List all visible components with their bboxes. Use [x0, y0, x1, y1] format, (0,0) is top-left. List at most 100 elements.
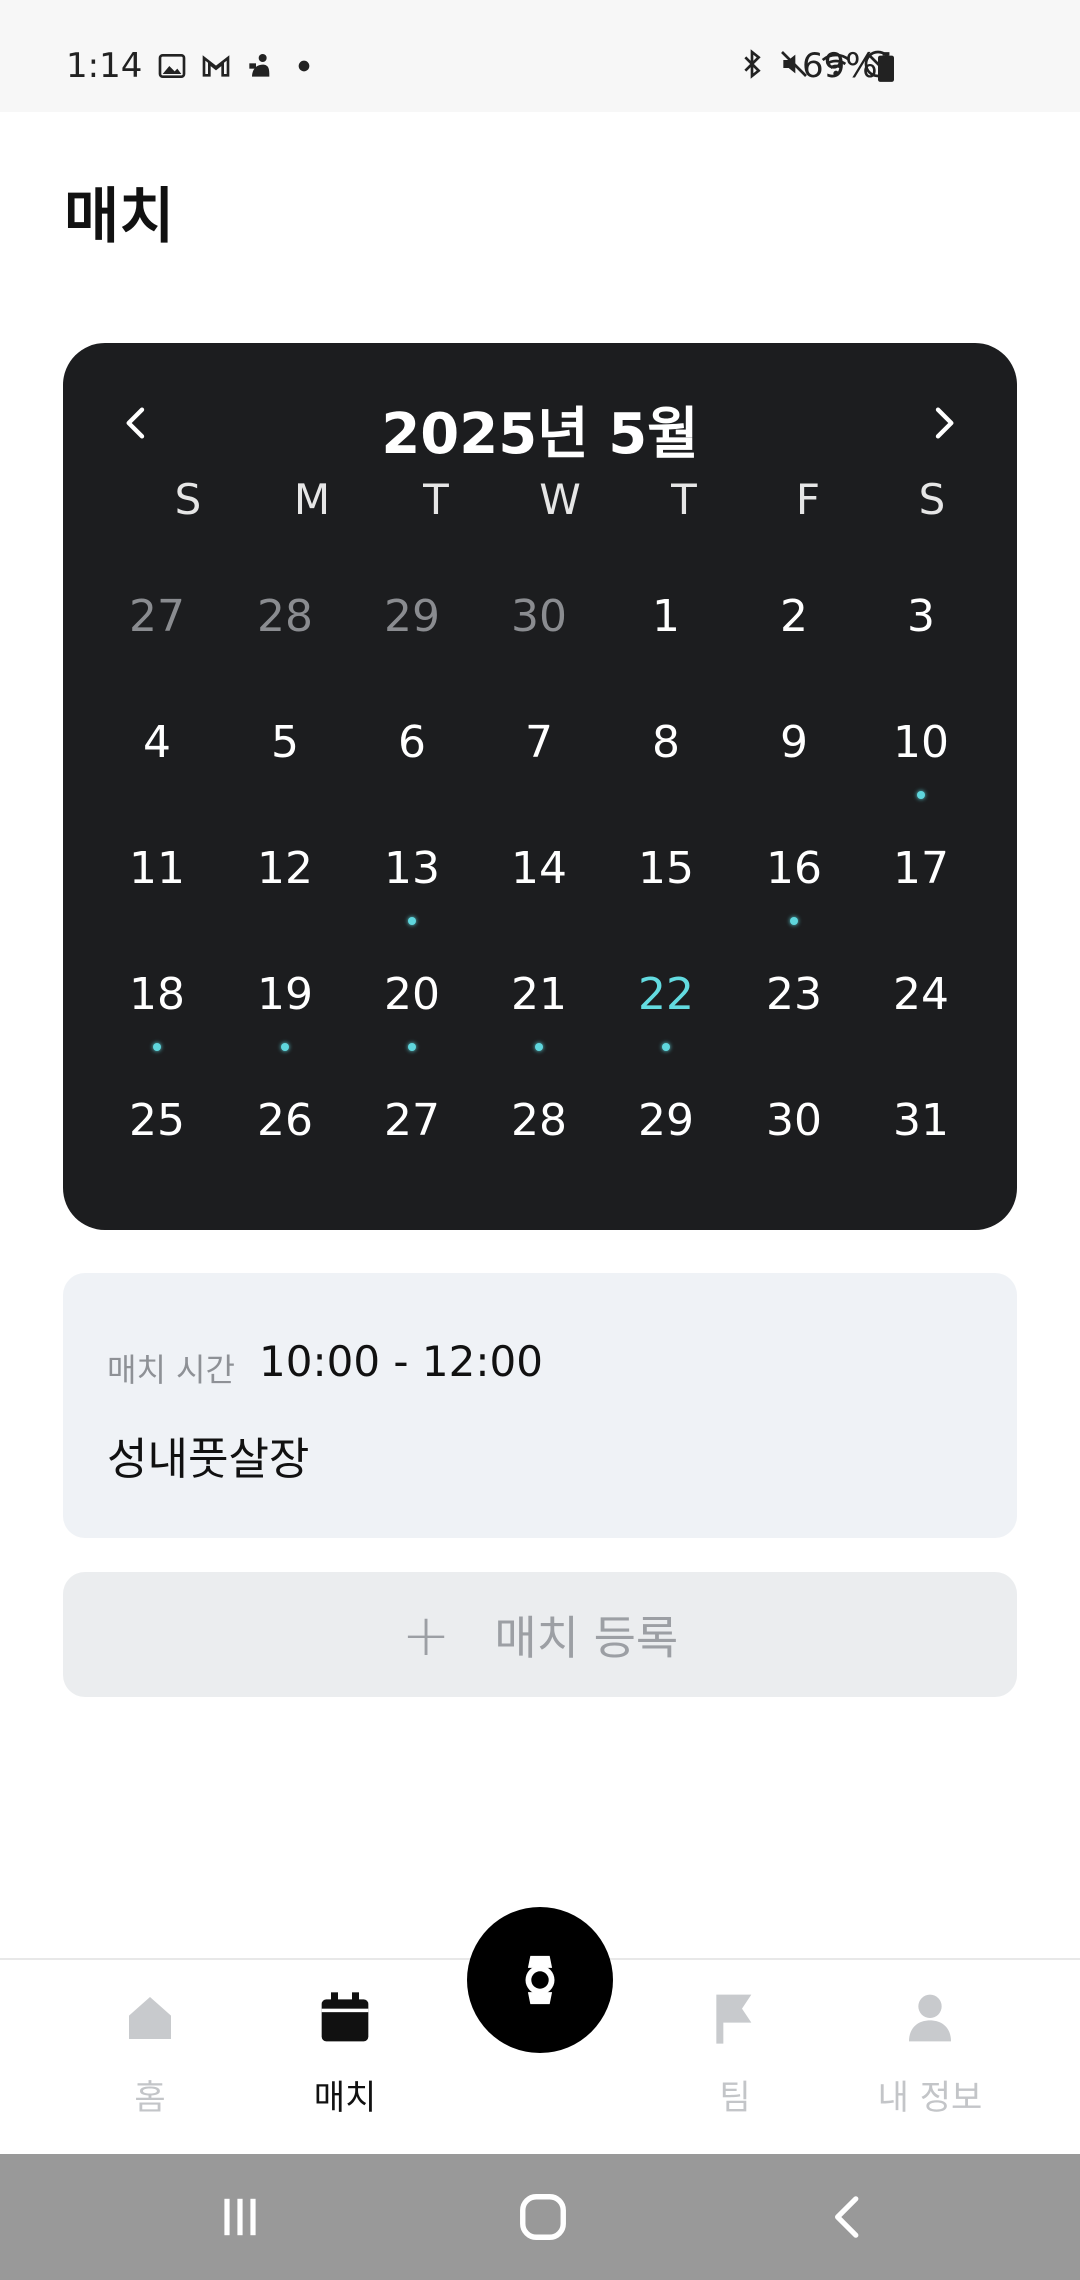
calendar-day[interactable]: 5 — [230, 713, 340, 823]
nav-item-match[interactable]: 매치 — [265, 1990, 425, 2140]
page-title: 매치 — [64, 182, 175, 252]
calendar: 2025년 5월 S M T W T F S 27 28 29 30 1 2 3 4 5 6 7 8 9… — [63, 343, 1017, 1230]
gallery-icon — [158, 54, 186, 78]
calendar-day[interactable]: 13 — [357, 839, 467, 949]
battery-percent: 69% — [802, 46, 878, 86]
match-indicator-dot — [153, 1043, 161, 1051]
calendar-day[interactable]: 11 — [102, 839, 212, 949]
calendar-day[interactable]: 19 — [230, 965, 340, 1075]
calendar-day-number: 30 — [766, 1095, 822, 1146]
calendar-day[interactable]: 28 — [484, 1091, 594, 1201]
calendar-day[interactable]: 14 — [484, 839, 594, 949]
back-system-button[interactable] — [808, 2184, 888, 2250]
nav-label-home: 홈 — [134, 2078, 166, 2118]
calendar-day[interactable]: 27 — [357, 1091, 467, 1201]
calendar-day[interactable]: 6 — [357, 713, 467, 823]
gmail-icon — [202, 55, 230, 77]
calendar-day-number: 6 — [398, 717, 426, 768]
match-indicator-dot — [790, 917, 798, 925]
calendar-day[interactable]: 26 — [230, 1091, 340, 1201]
calendar-day[interactable]: 20 — [357, 965, 467, 1075]
match-indicator-dot — [535, 1043, 543, 1051]
calendar-day-number: 7 — [525, 717, 553, 768]
calendar-day[interactable]: 27 — [102, 587, 212, 697]
calendar-day[interactable]: 25 — [102, 1091, 212, 1201]
calendar-day-number: 19 — [257, 969, 313, 1020]
calendar-day-number: 21 — [511, 969, 567, 1020]
home-system-button[interactable] — [503, 2184, 583, 2250]
recent-apps-button[interactable] — [200, 2184, 280, 2250]
register-match-label: 매치 등록 — [494, 1610, 679, 1665]
calendar-day[interactable]: 1 — [611, 587, 721, 697]
match-indicator-dot — [408, 1043, 416, 1051]
status-left-icons — [156, 50, 320, 82]
calendar-day[interactable]: 18 — [102, 965, 212, 1075]
nav-item-team[interactable]: 팀 — [655, 1990, 815, 2140]
calendar-day[interactable]: 28 — [230, 587, 340, 697]
calendar-day-number: 2 — [780, 591, 808, 642]
calendar-day[interactable]: 3 — [866, 587, 976, 697]
recent-apps-icon — [224, 2198, 256, 2236]
calendar-day[interactable]: 10 — [866, 713, 976, 823]
calendar-icon — [321, 1992, 369, 2042]
calendar-day-number: 10 — [893, 717, 949, 768]
status-bar: 1:14 69% — [0, 0, 1080, 112]
calendar-day[interactable]: 30 — [739, 1091, 849, 1201]
calendar-day[interactable]: 31 — [866, 1091, 976, 1201]
calendar-day[interactable]: 24 — [866, 965, 976, 1075]
calendar-day-number: 22 — [638, 969, 694, 1020]
match-indicator-dot — [917, 791, 925, 799]
calendar-day[interactable]: 8 — [611, 713, 721, 823]
calendar-day-number: 28 — [257, 591, 313, 642]
calendar-day[interactable]: 23 — [739, 965, 849, 1075]
watch-center-button[interactable] — [467, 1907, 613, 2053]
match-indicator-dot — [662, 1043, 670, 1051]
calendar-day-number: 17 — [893, 843, 949, 894]
match-indicator-dot — [408, 917, 416, 925]
calendar-day[interactable]: 29 — [611, 1091, 721, 1201]
system-nav-bar — [0, 2154, 1080, 2280]
person-icon — [909, 1994, 951, 2042]
calendar-day-number: 3 — [907, 591, 935, 642]
calendar-day-grid: 27 28 29 30 1 2 3 4 5 6 7 8 9 10 11 12 13 14 15 16 17 18 19 20 2… — [63, 343, 1017, 1230]
calendar-day[interactable]: 21 — [484, 965, 594, 1075]
calendar-day[interactable]: 30 — [484, 587, 594, 697]
calendar-day-number: 13 — [384, 843, 440, 894]
calendar-day[interactable]: 17 — [866, 839, 976, 949]
calendar-day-number: 18 — [129, 969, 185, 1020]
calendar-day[interactable]: 4 — [102, 713, 212, 823]
calendar-day[interactable]: 29 — [357, 587, 467, 697]
calendar-day[interactable]: 7 — [484, 713, 594, 823]
status-time: 1:14 — [66, 46, 143, 86]
calendar-day-number: 16 — [766, 843, 822, 894]
calendar-day-number: 24 — [893, 969, 949, 1020]
app-notification-icon — [249, 54, 270, 77]
calendar-day-number: 5 — [271, 717, 299, 768]
bluetooth-icon — [744, 49, 761, 79]
calendar-day[interactable]: 9 — [739, 713, 849, 823]
calendar-day[interactable]: 15 — [611, 839, 721, 949]
calendar-day-number: 27 — [129, 591, 185, 642]
calendar-day[interactable]: 2 — [739, 587, 849, 697]
calendar-day[interactable]: 16 — [739, 839, 849, 949]
calendar-day-number: 25 — [129, 1095, 185, 1146]
calendar-day[interactable]: 22 — [611, 965, 721, 1075]
flag-icon — [716, 1994, 752, 2044]
calendar-day-number: 28 — [511, 1095, 567, 1146]
match-card[interactable]: 매치 시간 10:00 - 12:00 성내풋살장 — [63, 1273, 1017, 1538]
calendar-day-number: 15 — [638, 843, 694, 894]
calendar-day-number: 26 — [257, 1095, 313, 1146]
home-icon — [129, 1997, 171, 2039]
match-time-label: 매치 시간 — [107, 1351, 235, 1389]
nav-label-team: 팀 — [719, 2078, 751, 2118]
calendar-day-number: 9 — [780, 717, 808, 768]
calendar-day-number: 11 — [129, 843, 185, 894]
calendar-day-number: 29 — [638, 1095, 694, 1146]
nav-item-profile[interactable]: 내 정보 — [850, 1990, 1010, 2140]
nav-item-home[interactable]: 홈 — [70, 1990, 230, 2140]
register-match-button[interactable]: + 매치 등록 — [63, 1572, 1017, 1697]
calendar-day[interactable]: 12 — [230, 839, 340, 949]
battery-icon — [878, 52, 894, 82]
calendar-day-number: 12 — [257, 843, 313, 894]
match-venue: 성내풋살장 — [107, 1434, 310, 1485]
